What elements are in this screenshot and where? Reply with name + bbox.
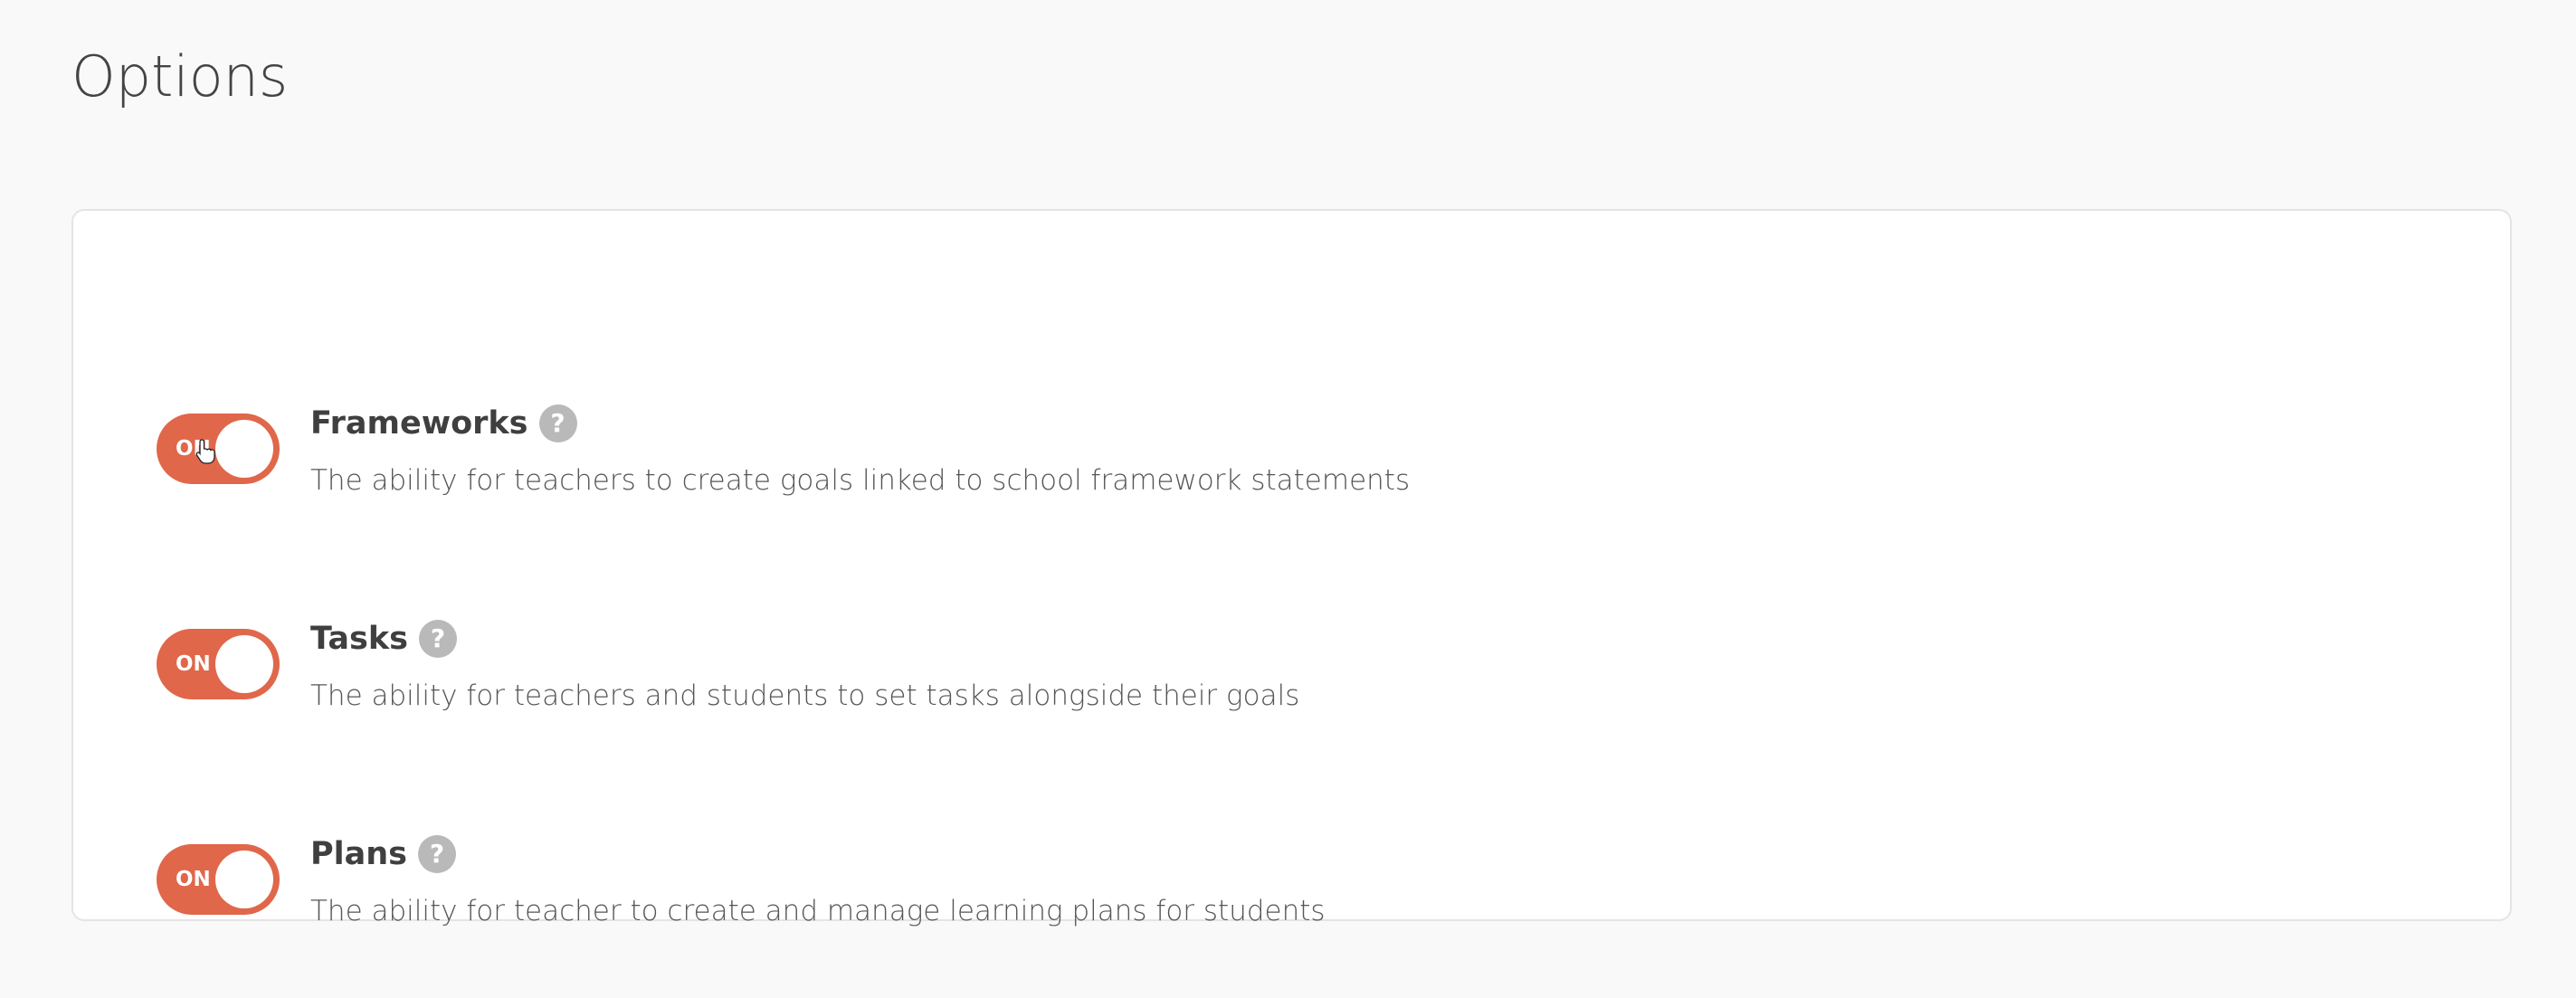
frameworks-help-icon[interactable]: ?: [538, 404, 577, 442]
plans-toggle-label: ON: [176, 868, 211, 891]
tasks-toggle-label: ON: [176, 652, 211, 676]
tasks-toggle[interactable]: ON: [157, 629, 280, 699]
frameworks-toggle-knob[interactable]: [215, 420, 273, 478]
option-tasks: ON Tasks ? The ability for teachers and …: [157, 524, 2419, 712]
plans-help-icon[interactable]: ?: [418, 835, 457, 873]
plans-toggle-knob[interactable]: [215, 851, 273, 908]
plans-description: The ability for teacher to create and ma…: [310, 895, 1326, 927]
option-plans: ON Plans ? The ability for teacher to cr…: [157, 739, 2419, 927]
tasks-toggle-knob[interactable]: [215, 635, 273, 693]
tasks-title: Tasks: [310, 621, 408, 657]
hand-cursor-icon: [195, 439, 215, 464]
frameworks-description: The ability for teachers to create goals…: [310, 464, 1411, 497]
tasks-help-icon[interactable]: ?: [418, 620, 457, 658]
plans-title: Plans: [310, 836, 408, 872]
page-title: Options: [71, 43, 289, 109]
frameworks-toggle[interactable]: ON: [157, 413, 280, 484]
frameworks-title: Frameworks: [310, 405, 528, 442]
option-frameworks: ON Frameworks ? The ability for teachers…: [157, 309, 2419, 497]
plans-toggle[interactable]: ON: [157, 844, 280, 915]
options-panel: ON Frameworks ? The ability for teachers…: [71, 209, 2512, 927]
tasks-description: The ability for teachers and students to…: [310, 680, 1300, 712]
